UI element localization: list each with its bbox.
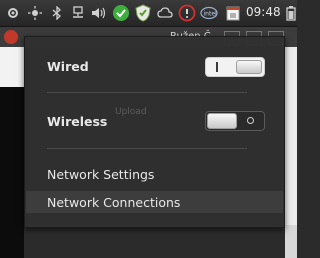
toggle-knob: [207, 113, 237, 129]
network-settings-item[interactable]: Network Settings: [47, 167, 154, 182]
network-connections-item[interactable]: Network Connections: [47, 195, 180, 210]
settings-icon[interactable]: [4, 4, 22, 22]
separator: [47, 92, 247, 93]
intel-icon[interactable]: intel: [200, 4, 218, 22]
alert-icon[interactable]: [178, 4, 196, 22]
wired-label: Wired: [47, 59, 89, 74]
network-menu: Upload Wired Wireless Network Settings N…: [24, 36, 285, 228]
wired-toggle[interactable]: [205, 57, 265, 77]
clock[interactable]: 09:48: [246, 5, 281, 19]
calendar-icon[interactable]: [224, 4, 242, 22]
background-page: [0, 47, 24, 87]
wireless-label: Wireless: [47, 114, 108, 129]
background-video: [0, 87, 24, 258]
toggle-knob: [236, 60, 262, 74]
desktop: intel 09:48 Ružen Č Upload Wired Wireles…: [0, 0, 297, 258]
bluetooth-icon[interactable]: [48, 4, 66, 22]
battery-icon[interactable]: [282, 4, 297, 22]
shield-icon[interactable]: [134, 4, 152, 22]
check-shield-icon[interactable]: [112, 4, 130, 22]
network-icon[interactable]: [69, 4, 87, 22]
sun-icon[interactable]: [26, 4, 44, 22]
separator: [47, 148, 247, 149]
wireless-toggle[interactable]: [205, 111, 265, 131]
toggle-off-mark: [247, 117, 254, 124]
top-panel: intel 09:48: [0, 0, 297, 27]
background-upload-text: Upload: [115, 107, 147, 117]
background-page-right-footer: [285, 225, 297, 258]
browser-close-icon[interactable]: [4, 30, 18, 44]
toggle-on-mark: [216, 62, 218, 72]
cloud-icon[interactable]: [156, 4, 174, 22]
volume-icon[interactable]: [90, 4, 108, 22]
svg-text:intel: intel: [204, 11, 218, 18]
